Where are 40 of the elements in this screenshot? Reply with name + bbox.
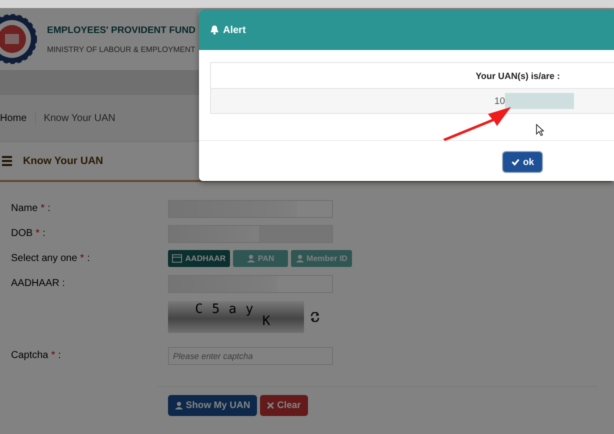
field-label: Select any one xyxy=(11,253,78,264)
required-mark: * xyxy=(40,203,45,214)
person-icon xyxy=(174,401,183,410)
column-header: Your UAN(s) is/are : xyxy=(476,70,560,80)
option-tab[interactable]: AADHAAR xyxy=(168,250,230,267)
menu-icon[interactable] xyxy=(2,156,12,166)
field-label: DOB xyxy=(11,228,33,239)
ok-button[interactable]: ok xyxy=(503,152,542,172)
person-icon xyxy=(246,254,255,263)
dialog-title: Alert xyxy=(223,24,246,36)
input-field[interactable]: Please enter captcha xyxy=(168,346,333,364)
label-colon: : xyxy=(42,228,46,239)
arrow-annotation xyxy=(442,105,512,141)
breadcrumb-item[interactable]: Home xyxy=(0,112,27,124)
field-label: Captcha xyxy=(11,350,48,361)
field-label: AADHAAR : xyxy=(11,278,65,289)
label-colon: : xyxy=(58,350,61,361)
option-tab[interactable]: Member ID xyxy=(291,250,352,267)
table-cell: 10 xyxy=(494,96,505,106)
label-colon: : xyxy=(48,203,50,214)
captcha-image: C 5 a y K xyxy=(168,300,304,332)
person-icon xyxy=(296,254,304,263)
blurred-value xyxy=(505,93,574,109)
required-mark: * xyxy=(51,350,56,361)
organisation-title: EMPLOYEES' PROVIDENT FUND xyxy=(47,24,196,36)
clear-button[interactable]: Clear xyxy=(260,395,308,416)
option-tab[interactable]: PAN xyxy=(233,250,288,267)
label-colon: : xyxy=(87,253,90,264)
card-icon xyxy=(172,254,182,263)
section-title: Know Your UAN xyxy=(23,155,104,167)
refresh-icon[interactable] xyxy=(310,312,320,322)
breadcrumb-item: Know Your UAN xyxy=(44,112,116,124)
required-mark: * xyxy=(80,253,84,264)
check-icon xyxy=(510,158,520,166)
close-icon xyxy=(267,402,274,409)
mouse-pointer-icon xyxy=(536,124,544,136)
field-label: Name xyxy=(11,203,38,214)
bell-icon xyxy=(210,25,219,35)
show-uan-button[interactable]: Show My UAN xyxy=(168,395,257,416)
required-mark: * xyxy=(36,228,40,239)
